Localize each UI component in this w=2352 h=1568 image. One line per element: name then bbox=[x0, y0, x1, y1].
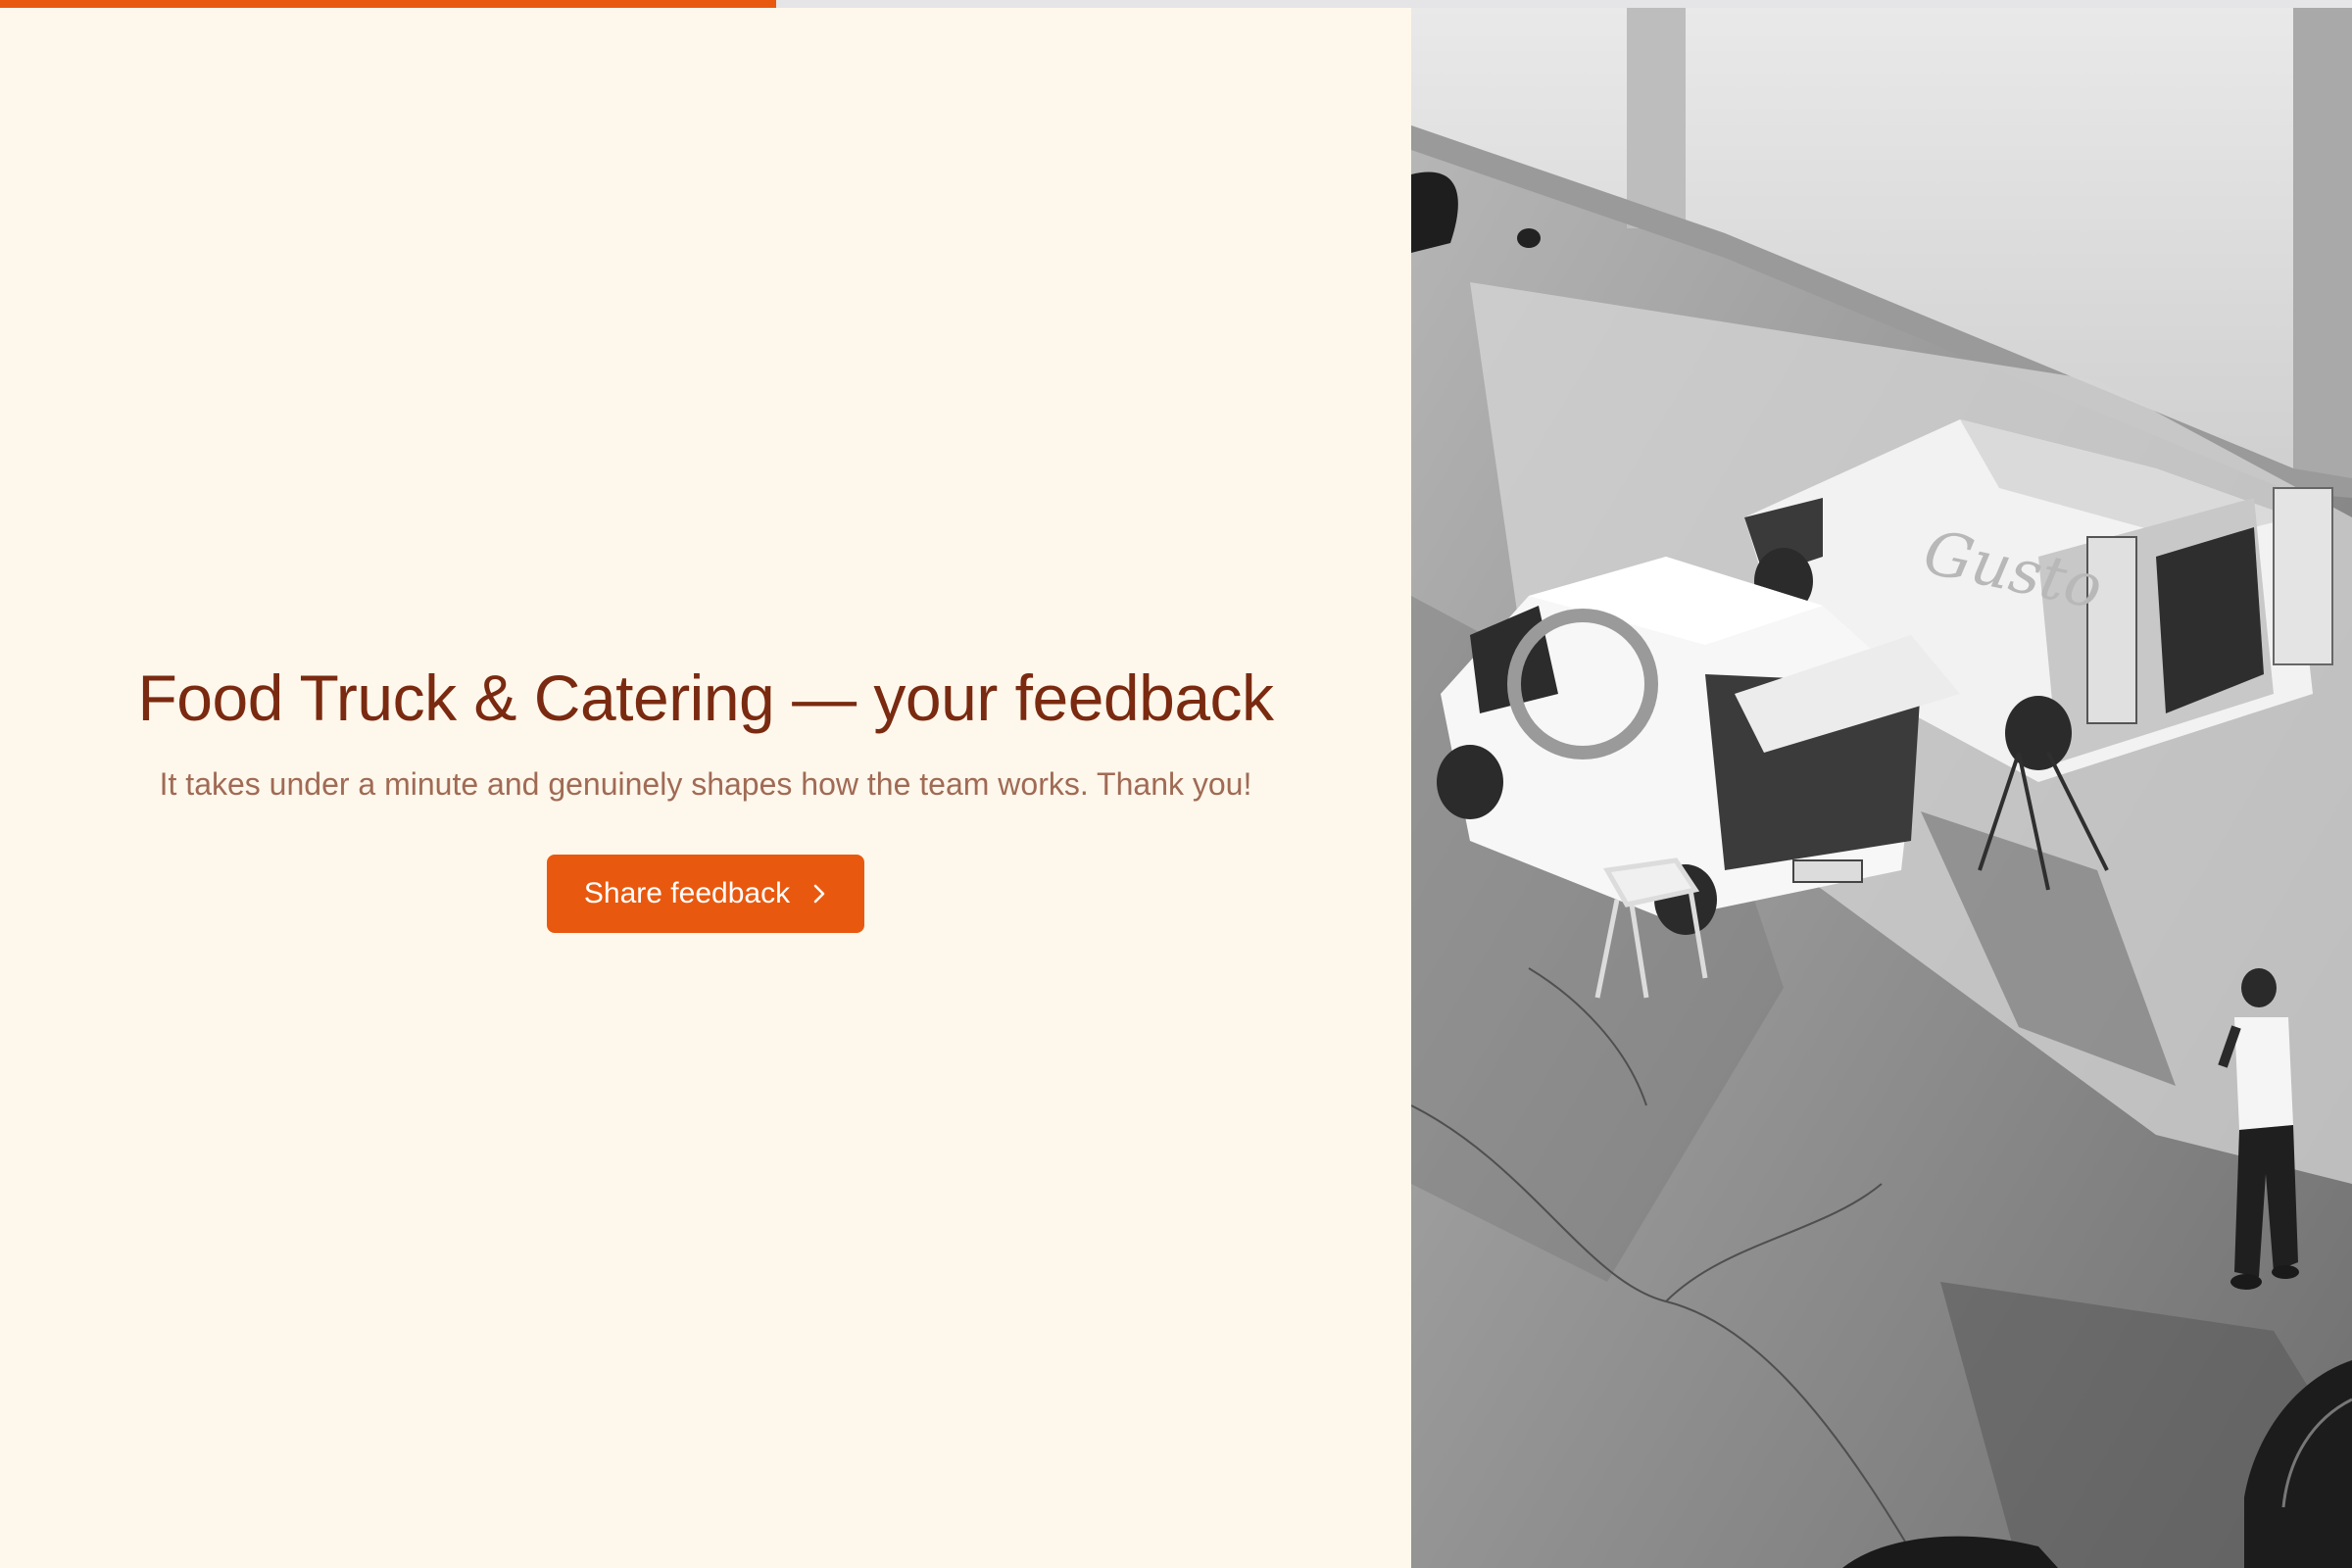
progress-bar-fill bbox=[0, 0, 776, 8]
welcome-panel: Food Truck & Catering — your feedback It… bbox=[0, 8, 1411, 1568]
page-title: Food Truck & Catering — your feedback bbox=[137, 662, 1274, 734]
page-subtitle: It takes under a minute and genuinely sh… bbox=[159, 766, 1252, 802]
welcome-content: Food Truck & Catering — your feedback It… bbox=[0, 655, 1411, 933]
progress-bar bbox=[0, 0, 2352, 8]
chevron-right-icon bbox=[811, 883, 827, 905]
share-feedback-label: Share feedback bbox=[583, 877, 791, 909]
share-feedback-button[interactable]: Share feedback bbox=[547, 855, 864, 933]
hero-image: Gusto bbox=[1411, 8, 2352, 1568]
